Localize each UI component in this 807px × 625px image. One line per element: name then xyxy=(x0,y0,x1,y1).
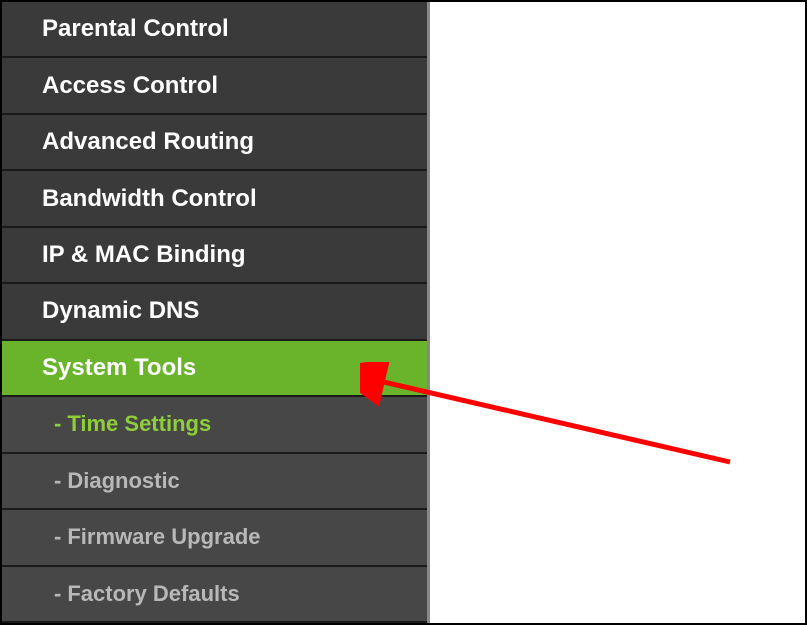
sidebar-item-advanced-routing[interactable]: Advanced Routing xyxy=(2,115,427,171)
sidebar-item-parental-control[interactable]: Parental Control xyxy=(2,2,427,58)
sidebar-item-label: Bandwidth Control xyxy=(42,185,257,213)
sidebar-item-access-control[interactable]: Access Control xyxy=(2,58,427,114)
sidebar-subitem-firmware-upgrade[interactable]: - Firmware Upgrade xyxy=(2,510,427,566)
sub-prefix: - xyxy=(54,468,61,494)
sidebar-subitem-time-settings[interactable]: - Time Settings xyxy=(2,397,427,453)
sidebar-subitem-label: Time Settings xyxy=(67,411,211,437)
sidebar-subitem-label: Firmware Upgrade xyxy=(67,524,260,550)
content-area xyxy=(430,2,805,623)
sidebar-item-label: System Tools xyxy=(42,354,196,382)
sidebar-subitem-diagnostic[interactable]: - Diagnostic xyxy=(2,454,427,510)
sidebar-subitem-label: Factory Defaults xyxy=(67,581,239,607)
sidebar-subitem-factory-defaults[interactable]: - Factory Defaults xyxy=(2,567,427,623)
sidebar-nav: Parental Control Access Control Advanced… xyxy=(2,2,430,623)
sub-prefix: - xyxy=(54,411,61,437)
sub-prefix: - xyxy=(54,581,61,607)
sidebar-item-label: Access Control xyxy=(42,72,218,100)
sidebar-item-ip-mac-binding[interactable]: IP & MAC Binding xyxy=(2,228,427,284)
sidebar-item-label: Parental Control xyxy=(42,15,229,43)
app-container: Parental Control Access Control Advanced… xyxy=(0,0,807,625)
sidebar-item-dynamic-dns[interactable]: Dynamic DNS xyxy=(2,284,427,340)
sidebar-item-label: Dynamic DNS xyxy=(42,297,199,325)
sidebar-subitem-label: Diagnostic xyxy=(67,468,179,494)
sidebar-item-bandwidth-control[interactable]: Bandwidth Control xyxy=(2,171,427,227)
sidebar-item-system-tools[interactable]: System Tools xyxy=(2,341,427,397)
sub-prefix: - xyxy=(54,524,61,550)
sidebar-item-label: IP & MAC Binding xyxy=(42,241,246,269)
sidebar-item-label: Advanced Routing xyxy=(42,128,254,156)
